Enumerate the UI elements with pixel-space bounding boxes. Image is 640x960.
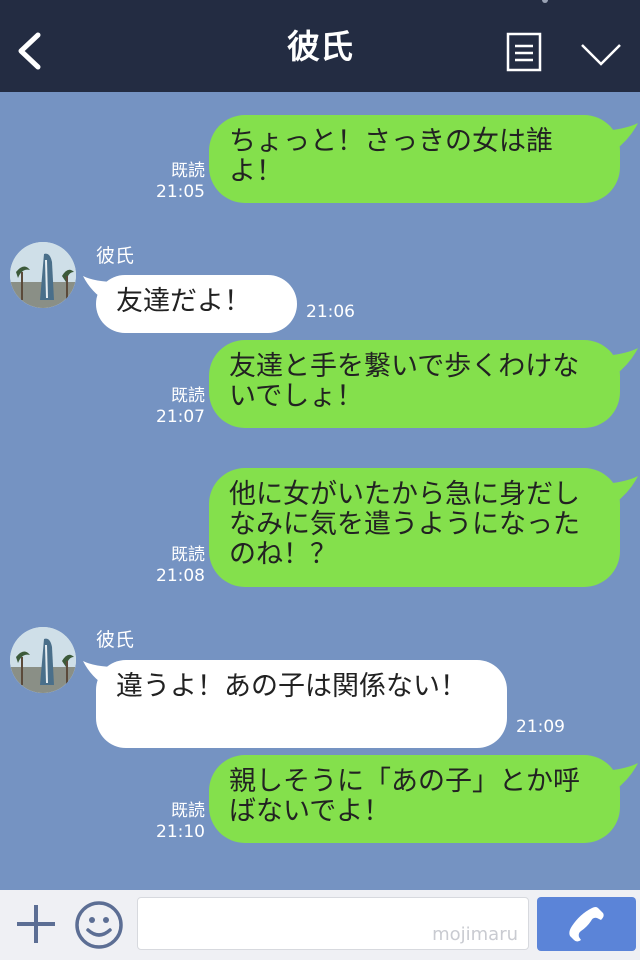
- message-bubble-received[interactable]: 友達だよ！: [96, 275, 297, 333]
- watermark: mojimaru: [432, 924, 518, 945]
- avatar-photo: [10, 627, 76, 693]
- message-read-status: 既読 21:05: [156, 161, 205, 202]
- smiley-icon[interactable]: [74, 900, 124, 950]
- message-input[interactable]: mojimaru: [137, 897, 529, 950]
- message-read-status: 既読 21:08: [156, 545, 205, 586]
- chat-title: 彼氏: [287, 27, 353, 66]
- message-bubble-sent[interactable]: ちょっと！さっきの女は誰よ！: [209, 115, 620, 203]
- sender-name: 彼氏: [96, 245, 135, 267]
- status-indicator: [542, 0, 548, 3]
- message-bubble-sent[interactable]: 親しそうに「あの子」とか呼ばないでよ！: [209, 755, 620, 843]
- avatar[interactable]: [10, 242, 76, 308]
- chat-header: 彼氏: [0, 0, 640, 92]
- phone-icon: [569, 907, 604, 942]
- message-read-status: 既読 21:10: [156, 801, 205, 842]
- message-time: 21:06: [306, 302, 355, 322]
- message-bubble-sent[interactable]: 他に女がいたから急に身だしなみに気を遣うようになったのね！？: [209, 468, 620, 587]
- sender-name: 彼氏: [96, 629, 135, 651]
- chevron-down-icon[interactable]: [580, 42, 622, 68]
- message-bubble-received[interactable]: 違うよ！あの子は関係ない！: [96, 660, 507, 748]
- message-read-status: 既読 21:07: [156, 386, 205, 427]
- call-button[interactable]: [537, 897, 636, 951]
- message-bubble-sent[interactable]: 友達と手を繋いで歩くわけないでしょ！: [209, 340, 620, 428]
- avatar-photo: [10, 242, 76, 308]
- avatar[interactable]: [10, 627, 76, 693]
- note-icon[interactable]: [506, 32, 542, 72]
- plus-icon[interactable]: [14, 902, 58, 946]
- message-time: 21:09: [516, 717, 565, 737]
